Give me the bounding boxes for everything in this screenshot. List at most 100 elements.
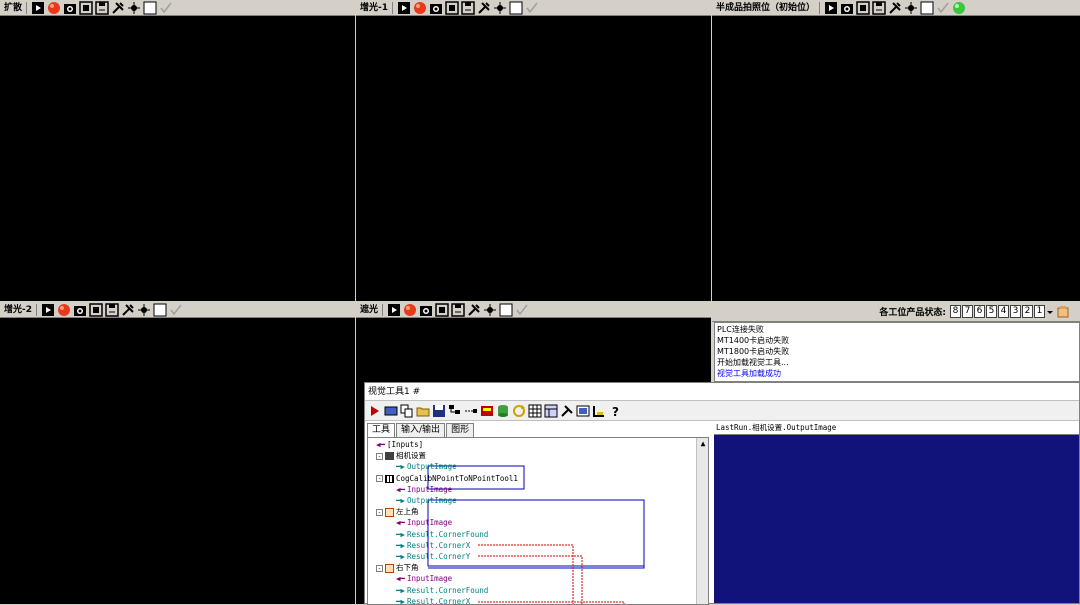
help-icon[interactable]: ? xyxy=(608,404,622,419)
tree-row[interactable]: - CogCalibNPointToNPointTool1 xyxy=(376,473,518,484)
camera-image-view xyxy=(0,318,355,604)
tab-tools[interactable]: 工具 xyxy=(367,423,396,437)
camera-icon[interactable] xyxy=(73,303,87,317)
tab-io[interactable]: 输入/输出 xyxy=(396,423,446,437)
image-icon[interactable] xyxy=(445,0,459,15)
dropdown-icon[interactable] xyxy=(1046,305,1054,319)
log-line: 视觉工具加载成功 xyxy=(717,369,781,378)
input-arrow-icon: ◀━ xyxy=(396,484,406,494)
display-icon[interactable] xyxy=(384,404,398,418)
play-icon[interactable] xyxy=(31,1,45,15)
image-file-icon[interactable] xyxy=(576,404,590,418)
tree-icon[interactable] xyxy=(448,404,462,418)
tree-row[interactable]: ◀━ InputImage xyxy=(396,573,452,584)
stop-icon[interactable] xyxy=(57,303,71,317)
crosshair-icon[interactable] xyxy=(137,303,151,317)
save-icon[interactable] xyxy=(95,0,109,15)
tools-icon[interactable] xyxy=(477,1,491,15)
play-icon[interactable] xyxy=(824,1,838,15)
copy-icon[interactable] xyxy=(400,404,414,418)
crosshair-icon[interactable] xyxy=(904,1,918,15)
stop-icon[interactable] xyxy=(47,1,61,15)
image-icon[interactable] xyxy=(435,302,449,317)
station-slot: 7 xyxy=(962,305,973,318)
expand-toggle[interactable]: - xyxy=(376,508,383,516)
save-icon[interactable] xyxy=(451,302,465,317)
save-icon[interactable] xyxy=(872,0,886,15)
checkbox[interactable] xyxy=(499,303,513,317)
run-icon[interactable] xyxy=(368,404,382,418)
tree-row[interactable]: ◀━ InputImage xyxy=(396,484,452,495)
tab-graphics[interactable]: 图形 xyxy=(446,423,475,437)
checkbox[interactable] xyxy=(143,1,157,15)
terminal-icon[interactable] xyxy=(480,404,494,418)
image-icon[interactable] xyxy=(79,0,93,15)
stop-icon[interactable] xyxy=(403,303,417,317)
crosshair-icon[interactable] xyxy=(483,303,497,317)
pane-title: 遮光 xyxy=(360,303,384,316)
tree-row[interactable]: ━▶ OutputImage xyxy=(396,495,457,506)
link-icon[interactable] xyxy=(464,404,478,418)
clear-icon[interactable] xyxy=(1056,305,1070,319)
open-folder-icon[interactable] xyxy=(416,404,430,418)
expand-toggle[interactable]: - xyxy=(376,564,383,572)
checkbox[interactable] xyxy=(920,1,934,15)
tools-icon[interactable] xyxy=(111,1,125,15)
tree-row[interactable]: ━▶ Result.CornerFound xyxy=(396,529,488,540)
camera-icon[interactable] xyxy=(840,1,854,15)
grid-icon[interactable] xyxy=(528,404,542,418)
tree-row-label: InputImage xyxy=(407,574,453,584)
tree-row[interactable]: ━▶ Result.CornerX xyxy=(396,540,470,551)
tree-row[interactable]: ◀━ [Inputs] xyxy=(376,439,423,450)
pane-title: 半成品拍照位（初始位） xyxy=(716,1,821,14)
tree-row[interactable]: - 左上角 xyxy=(376,506,419,517)
checkbox[interactable] xyxy=(509,1,523,15)
tree-row[interactable]: ◀━ InputImage xyxy=(396,517,452,528)
tree-row[interactable]: ━▶ Result.CornerFound xyxy=(396,585,488,596)
image-display-panel: LastRun.相机设置.OutputImage xyxy=(714,421,1079,603)
camera-icon[interactable] xyxy=(63,1,77,15)
image-icon[interactable] xyxy=(89,302,103,317)
checkbox[interactable] xyxy=(153,303,167,317)
database-icon[interactable] xyxy=(496,404,510,418)
crosshair-icon[interactable] xyxy=(493,1,507,15)
tree-row[interactable]: ━▶ Result.CornerY xyxy=(396,551,470,562)
play-icon[interactable] xyxy=(387,303,401,317)
camera-pane-diffuse: 扩散 xyxy=(0,0,355,301)
expand-toggle[interactable]: - xyxy=(376,452,383,460)
check-icon[interactable] xyxy=(159,1,173,15)
save-icon[interactable] xyxy=(105,302,119,317)
scroll-up-icon[interactable]: ▲ xyxy=(697,438,708,450)
crosshair-icon[interactable] xyxy=(127,1,141,15)
check-icon[interactable] xyxy=(515,303,529,317)
stop-icon[interactable] xyxy=(413,1,427,15)
save-icon[interactable] xyxy=(461,0,475,15)
play-icon[interactable] xyxy=(397,1,411,15)
check-icon[interactable] xyxy=(525,1,539,15)
check-icon[interactable] xyxy=(936,1,950,15)
pane-toolbar: 扩散 xyxy=(0,0,355,16)
table-icon[interactable] xyxy=(544,404,558,418)
vision-tool-window: 视觉工具1 # ? 工具 输入/输出 图形 ▲ ◀━ [Inputs] - 相机… xyxy=(364,382,1080,605)
save-icon[interactable] xyxy=(432,404,446,418)
station-slot: 2 xyxy=(1022,305,1033,318)
tree-row[interactable]: ━▶ OutputImage xyxy=(396,461,457,472)
tree-row[interactable]: - 右下角 xyxy=(376,562,419,573)
camera-pane-brightness-2: 增光-2 xyxy=(0,302,355,604)
ruler-icon[interactable] xyxy=(592,404,606,418)
tools-icon[interactable] xyxy=(467,303,481,317)
tree-scrollbar[interactable]: ▲ xyxy=(696,438,708,604)
tool-tree[interactable]: ▲ ◀━ [Inputs] - 相机设置 ━▶ OutputImage - CogCalibN… xyxy=(367,437,709,605)
tree-row[interactable]: - 相机设置 xyxy=(376,450,426,461)
play-icon[interactable] xyxy=(41,303,55,317)
expand-toggle[interactable]: - xyxy=(376,475,383,483)
check-icon[interactable] xyxy=(169,303,183,317)
tools-icon[interactable] xyxy=(888,1,902,15)
settings-icon[interactable] xyxy=(560,404,574,418)
refresh-icon[interactable] xyxy=(512,404,526,418)
output-arrow-icon: ━▶ xyxy=(396,529,406,539)
image-icon[interactable] xyxy=(856,0,870,15)
tools-icon[interactable] xyxy=(121,303,135,317)
camera-icon[interactable] xyxy=(419,303,433,317)
camera-icon[interactable] xyxy=(429,1,443,15)
